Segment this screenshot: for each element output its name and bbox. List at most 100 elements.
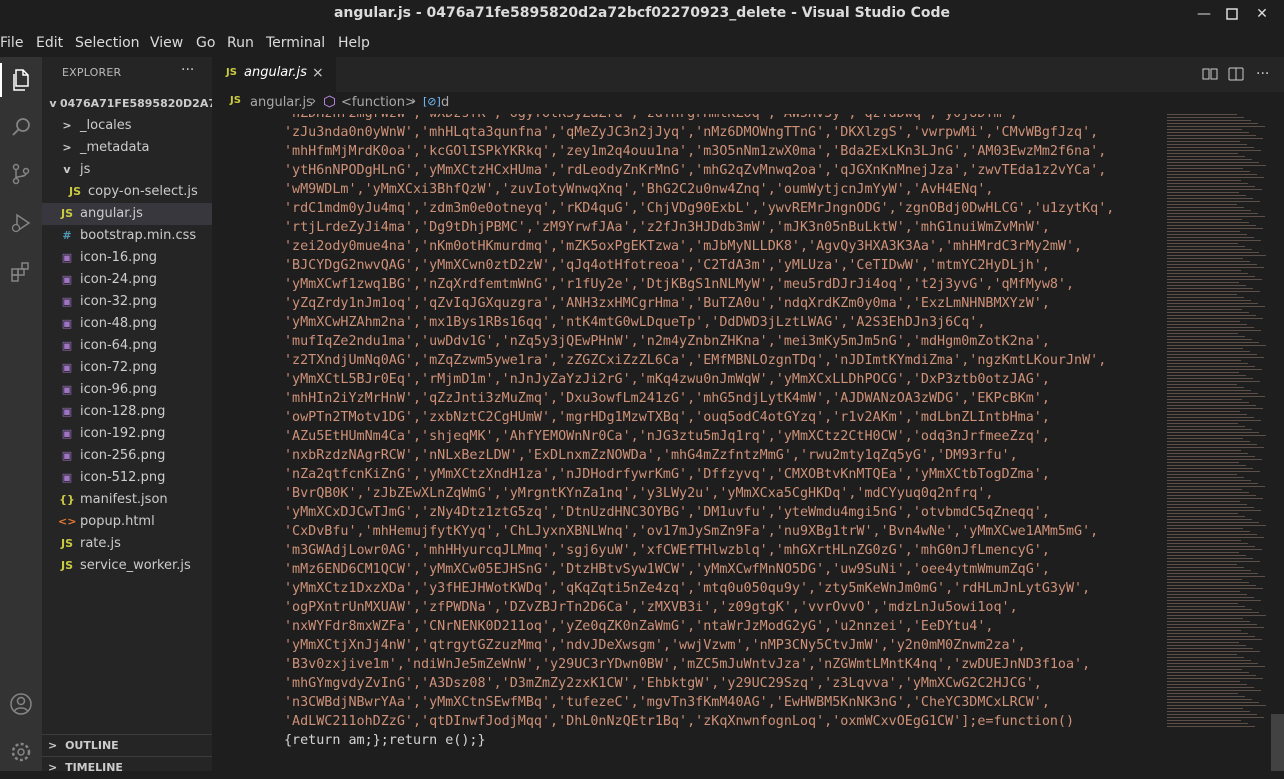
minimap-line — [1167, 522, 1259, 523]
breadcrumb-file[interactable]: angular.js — [250, 95, 313, 110]
tree-item[interactable]: ▣ icon-256.png — [42, 445, 212, 467]
explorer-more-icon[interactable]: ··· — [181, 62, 194, 78]
minimap-line — [1167, 426, 1245, 427]
image-file-icon: ▣ — [61, 251, 73, 264]
breadcrumb-function[interactable]: <function> — [341, 95, 416, 110]
minimap-line — [1167, 633, 1248, 634]
explorer-icon[interactable] — [0, 63, 40, 97]
menu-edit[interactable]: Edit — [36, 35, 63, 51]
settings-gear-icon[interactable] — [4, 735, 38, 769]
minimap-line — [1167, 483, 1258, 484]
close-tab-icon[interactable]: × — [312, 65, 324, 81]
tree-item-label: _locales — [80, 118, 132, 133]
window-title: angular.js - 0476a71fe5895820d2a72bcf022… — [333, 5, 951, 21]
outline-section-label: OUTLINE — [65, 739, 119, 752]
close-icon[interactable]: ✕ — [1252, 4, 1272, 24]
tree-item[interactable]: {} manifest.json — [42, 489, 212, 511]
tree-item[interactable]: ▣ icon-192.png — [42, 423, 212, 445]
tree-item-label: copy-on-select.js — [88, 184, 198, 199]
tree-item[interactable]: ▣ icon-64.png — [42, 335, 212, 357]
menu-selection[interactable]: Selection — [75, 35, 140, 51]
minimap-line — [1167, 435, 1266, 436]
code-editor[interactable]: 'nZDHzhr2mgrWzW','wXDzsfK','ogyYotK3yZaZ… — [212, 114, 1162, 771]
menu-go[interactable]: Go — [196, 35, 215, 51]
chevron-down-icon: v — [63, 163, 71, 176]
minimap[interactable] — [1167, 114, 1271, 734]
tab-angular-js[interactable]: JS angular.js × — [212, 57, 336, 92]
tree-item[interactable]: ▣ icon-512.png — [42, 467, 212, 489]
minimap-line — [1167, 165, 1266, 166]
tree-item[interactable]: ▣ icon-32.png — [42, 291, 212, 313]
explorer-root-folder[interactable]: v0476A71FE5895820D2A72... — [42, 93, 212, 115]
minimap-line — [1167, 597, 1254, 598]
minimize-icon[interactable]: — — [1194, 4, 1214, 24]
tree-item[interactable]: <> popup.html — [42, 511, 212, 533]
minimap-line — [1167, 546, 1255, 547]
tree-item[interactable]: ▣ icon-24.png — [42, 269, 212, 291]
scrollbar-thumb[interactable] — [1271, 714, 1284, 771]
cube-icon — [323, 95, 336, 112]
minimap-line — [1167, 282, 1239, 283]
tree-item-label: icon-72.png — [80, 360, 158, 375]
extensions-icon[interactable] — [4, 255, 38, 289]
source-control-icon[interactable] — [4, 157, 38, 191]
minimap-line — [1167, 678, 1263, 679]
minimap-line — [1167, 252, 1259, 253]
tree-item[interactable]: ▣ icon-128.png — [42, 401, 212, 423]
code-line: 'zJu3nda0n0yWnW','mhHLqta3qunfna','qMeZy… — [284, 125, 1099, 140]
minimap-line — [1167, 363, 1248, 364]
tree-item[interactable]: > _locales — [42, 115, 212, 137]
minimap-line — [1167, 117, 1244, 118]
more-actions-icon[interactable]: ··· — [1256, 66, 1269, 82]
menu-view[interactable]: View — [150, 35, 183, 51]
tree-item[interactable]: JS rate.js — [42, 533, 212, 555]
tree-item[interactable]: ▣ icon-48.png — [42, 313, 212, 335]
minimap-line — [1167, 564, 1237, 565]
tree-item[interactable]: ▣ icon-72.png — [42, 357, 212, 379]
menu-file[interactable]: File — [0, 35, 23, 51]
minimap-line — [1167, 480, 1251, 481]
minimap-line — [1167, 180, 1241, 181]
code-line: {return am;};return e();} — [284, 733, 486, 748]
search-icon[interactable] — [4, 110, 38, 144]
image-file-icon: ▣ — [61, 427, 73, 440]
minimap-line — [1167, 357, 1264, 358]
tree-item-label: icon-256.png — [80, 448, 166, 463]
minimap-line — [1167, 606, 1245, 607]
vertical-scrollbar[interactable] — [1271, 114, 1284, 771]
outline-section[interactable]: > OUTLINE — [42, 734, 212, 757]
minimap-line — [1167, 672, 1249, 673]
menu-run[interactable]: Run — [227, 35, 254, 51]
compare-changes-icon[interactable] — [1202, 66, 1218, 86]
account-icon[interactable] — [4, 687, 38, 721]
menu-help[interactable]: Help — [338, 35, 370, 51]
js-file-icon: JS — [68, 185, 81, 198]
minimap-line — [1167, 576, 1265, 577]
minimap-line — [1167, 276, 1255, 277]
minimap-line — [1167, 615, 1266, 616]
tree-item[interactable]: ▣ icon-96.png — [42, 379, 212, 401]
tree-item[interactable]: # bootstrap.min.css — [42, 225, 212, 247]
tree-item[interactable]: v js — [42, 159, 212, 181]
minimap-line — [1167, 468, 1253, 469]
minimap-line — [1167, 726, 1255, 727]
maximize-icon[interactable] — [1222, 4, 1242, 24]
tree-item[interactable]: JS service_worker.js — [42, 555, 212, 577]
js-file-icon: JS — [60, 537, 73, 550]
tree-item[interactable]: JS angular.js — [42, 203, 212, 225]
explorer-sidebar: EXPLORER ··· v0476A71FE5895820D2A72... >… — [42, 57, 212, 774]
minimap-line — [1167, 594, 1247, 595]
minimap-line — [1167, 177, 1264, 178]
menu-terminal[interactable]: Terminal — [266, 35, 325, 51]
breadcrumb-symbol[interactable]: d — [441, 95, 449, 110]
minimap-line — [1167, 711, 1250, 712]
split-editor-icon[interactable] — [1228, 66, 1244, 86]
run-debug-icon[interactable] — [4, 206, 38, 240]
tree-item[interactable]: ▣ icon-16.png — [42, 247, 212, 269]
timeline-section[interactable]: > TIMELINE — [42, 756, 212, 779]
chevron-right-icon: > — [48, 761, 58, 774]
js-file-icon: JS — [60, 207, 73, 220]
tree-item[interactable]: JS copy-on-select.js — [42, 181, 212, 203]
tree-item[interactable]: > _metadata — [42, 137, 212, 159]
code-line: 'ytH6nNPODgHLnG','yMmXCtzHCxHUma','rdLeo… — [284, 163, 1107, 178]
